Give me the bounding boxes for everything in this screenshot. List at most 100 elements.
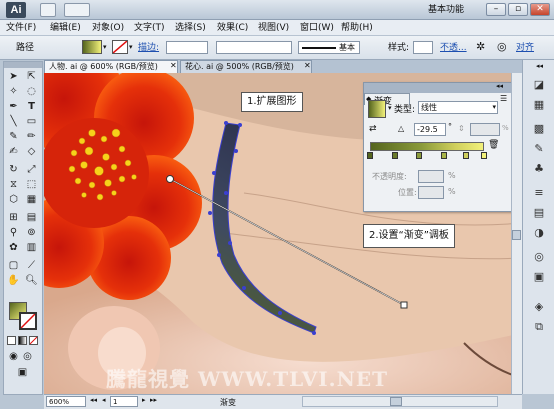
gradient-stop[interactable]: [392, 152, 398, 159]
appearance-panel-icon[interactable]: ◎: [531, 250, 547, 264]
transparency-panel-icon[interactable]: ◑: [531, 226, 547, 240]
stroke-label[interactable]: 描边:: [138, 42, 159, 54]
eraser-tool-icon[interactable]: ◇: [24, 145, 39, 159]
color-panel-icon[interactable]: ◪: [531, 78, 547, 92]
artboard-number-field[interactable]: 1: [110, 396, 138, 407]
blob-brush-tool-icon[interactable]: ✍: [6, 145, 21, 159]
menu-view[interactable]: 视图(V): [258, 22, 289, 34]
panel-collapse-icon[interactable]: ◂◂: [496, 82, 503, 90]
arrange-documents-icon[interactable]: [64, 3, 90, 17]
graphic-style-picker[interactable]: [413, 41, 433, 54]
dock-expand-icon[interactable]: ◂◂: [536, 62, 543, 70]
pencil-tool-icon[interactable]: ✏: [24, 130, 39, 144]
menu-window[interactable]: 窗口(W): [300, 22, 334, 34]
magic-wand-tool-icon[interactable]: ✧: [6, 85, 21, 99]
angle-field[interactable]: -29.5: [414, 123, 446, 136]
swatches-panel-icon[interactable]: ▩: [531, 122, 547, 136]
menu-type[interactable]: 文字(T): [134, 22, 165, 34]
menu-edit[interactable]: 编辑(E): [50, 22, 81, 34]
thumbnail-dropdown-icon[interactable]: ▾: [388, 104, 392, 112]
gradient-origin-handle[interactable]: [166, 175, 174, 183]
symbol-sprayer-tool-icon[interactable]: ✿: [6, 241, 21, 255]
variable-width-profile[interactable]: [216, 41, 292, 54]
stroke-color-box[interactable]: [19, 312, 37, 330]
blend-tool-icon[interactable]: ⊚: [24, 226, 39, 240]
tab-close-icon[interactable]: ✕: [304, 61, 311, 70]
rotate-tool-icon[interactable]: ↻: [6, 163, 21, 177]
artboards-panel-icon[interactable]: ⧉: [531, 320, 547, 334]
draw-normal-icon[interactable]: ◉: [6, 350, 21, 364]
reverse-gradient-icon[interactable]: ⇄: [369, 124, 377, 134]
line-tool-icon[interactable]: ╲: [6, 115, 21, 129]
bridge-icon[interactable]: [40, 3, 56, 17]
zoom-tool-icon[interactable]: 🔍︎: [24, 274, 39, 288]
gradient-thumbnail[interactable]: [368, 100, 386, 118]
gradient-stop[interactable]: [441, 152, 447, 159]
prev-artboard-icon[interactable]: ◂: [102, 396, 106, 404]
workspace-switcher[interactable]: 基本功能: [428, 3, 464, 17]
direct-selection-tool-icon[interactable]: ⇱: [24, 70, 39, 84]
menu-effect[interactable]: 效果(C): [217, 22, 248, 34]
tab-flower-document[interactable]: 花心. ai @ 500% (RGB/预览): [180, 60, 312, 73]
mesh-tool-icon[interactable]: ⊞: [6, 211, 21, 225]
scale-tool-icon[interactable]: ⤢: [24, 163, 39, 177]
type-tool-icon[interactable]: T: [24, 100, 39, 114]
zoom-select[interactable]: 600%: [46, 396, 86, 407]
gradient-stop[interactable]: [463, 152, 469, 159]
gradient-slider[interactable]: [370, 142, 484, 151]
slice-tool-icon[interactable]: ⟋: [24, 259, 39, 273]
gradient-end-handle[interactable]: [400, 301, 408, 309]
menu-select[interactable]: 选择(S): [175, 22, 206, 34]
tab-people-document[interactable]: 人物. ai @ 600% (RGB/预览): [44, 60, 178, 73]
stroke-panel-icon[interactable]: ≡: [531, 186, 547, 200]
free-transform-tool-icon[interactable]: ⬚: [24, 178, 39, 192]
lasso-tool-icon[interactable]: ◌: [24, 85, 39, 99]
column-graph-tool-icon[interactable]: ▥: [24, 241, 39, 255]
stroke-dropdown-icon[interactable]: ▾: [129, 43, 133, 51]
tab-close-icon[interactable]: ✕: [170, 61, 177, 70]
gradient-stop[interactable]: [416, 152, 422, 159]
stroke-weight-field[interactable]: [166, 41, 208, 54]
vertical-scroll-thumb[interactable]: [512, 230, 521, 240]
selection-tool-icon[interactable]: ➤: [6, 70, 21, 84]
brush-definition[interactable]: 基本: [298, 41, 360, 54]
color-guide-icon[interactable]: ▦: [531, 98, 547, 112]
opacity-link[interactable]: 不透...: [440, 42, 467, 54]
fill-dropdown-icon[interactable]: ▾: [103, 43, 107, 51]
toolbox-grip[interactable]: [4, 62, 42, 68]
horizontal-scroll-thumb[interactable]: [390, 397, 402, 406]
pen-tool-icon[interactable]: ✒: [6, 100, 21, 114]
gradient-mode-icon[interactable]: [18, 336, 27, 345]
gradient-tool-icon[interactable]: ▤: [24, 211, 39, 225]
screen-mode-icon[interactable]: ▣: [15, 366, 30, 380]
isolate-icon[interactable]: ◎: [497, 40, 507, 53]
last-artboard-icon[interactable]: ▸▸: [150, 396, 157, 404]
rectangle-tool-icon[interactable]: ▭: [24, 115, 39, 129]
next-artboard-icon[interactable]: ▸: [142, 396, 146, 404]
color-mode-icon[interactable]: [7, 336, 16, 345]
first-artboard-icon[interactable]: ◂◂: [90, 396, 97, 404]
hand-tool-icon[interactable]: ✋: [6, 274, 21, 288]
shape-builder-tool-icon[interactable]: ⬡: [6, 193, 21, 207]
gradient-stop[interactable]: [481, 152, 487, 159]
close-button[interactable]: ✕: [530, 3, 550, 16]
delete-stop-icon[interactable]: 🗑︎: [488, 140, 499, 150]
align-link[interactable]: 对齐: [516, 42, 534, 54]
menu-help[interactable]: 帮助(H): [341, 22, 373, 34]
minimize-button[interactable]: –: [486, 3, 506, 16]
paintbrush-tool-icon[interactable]: ✎: [6, 130, 21, 144]
gradient-type-select[interactable]: 线性 ▾: [418, 101, 498, 114]
width-tool-icon[interactable]: ⧖: [6, 178, 21, 192]
gradient-stop[interactable]: [367, 152, 373, 159]
recolor-icon[interactable]: ✲: [476, 40, 485, 53]
layers-panel-icon[interactable]: ◈: [531, 300, 547, 314]
menu-file[interactable]: 文件(F): [6, 22, 36, 34]
menu-object[interactable]: 对象(O): [92, 22, 124, 34]
eyedropper-tool-icon[interactable]: ⚲: [6, 226, 21, 240]
symbols-panel-icon[interactable]: ♣: [531, 162, 547, 176]
restore-button[interactable]: ▫: [508, 3, 528, 16]
perspective-grid-tool-icon[interactable]: ▦: [24, 193, 39, 207]
draw-behind-icon[interactable]: ◎: [20, 350, 35, 364]
panel-menu-icon[interactable]: ☰: [500, 94, 507, 103]
gradient-panel-icon[interactable]: ▤: [531, 206, 547, 220]
